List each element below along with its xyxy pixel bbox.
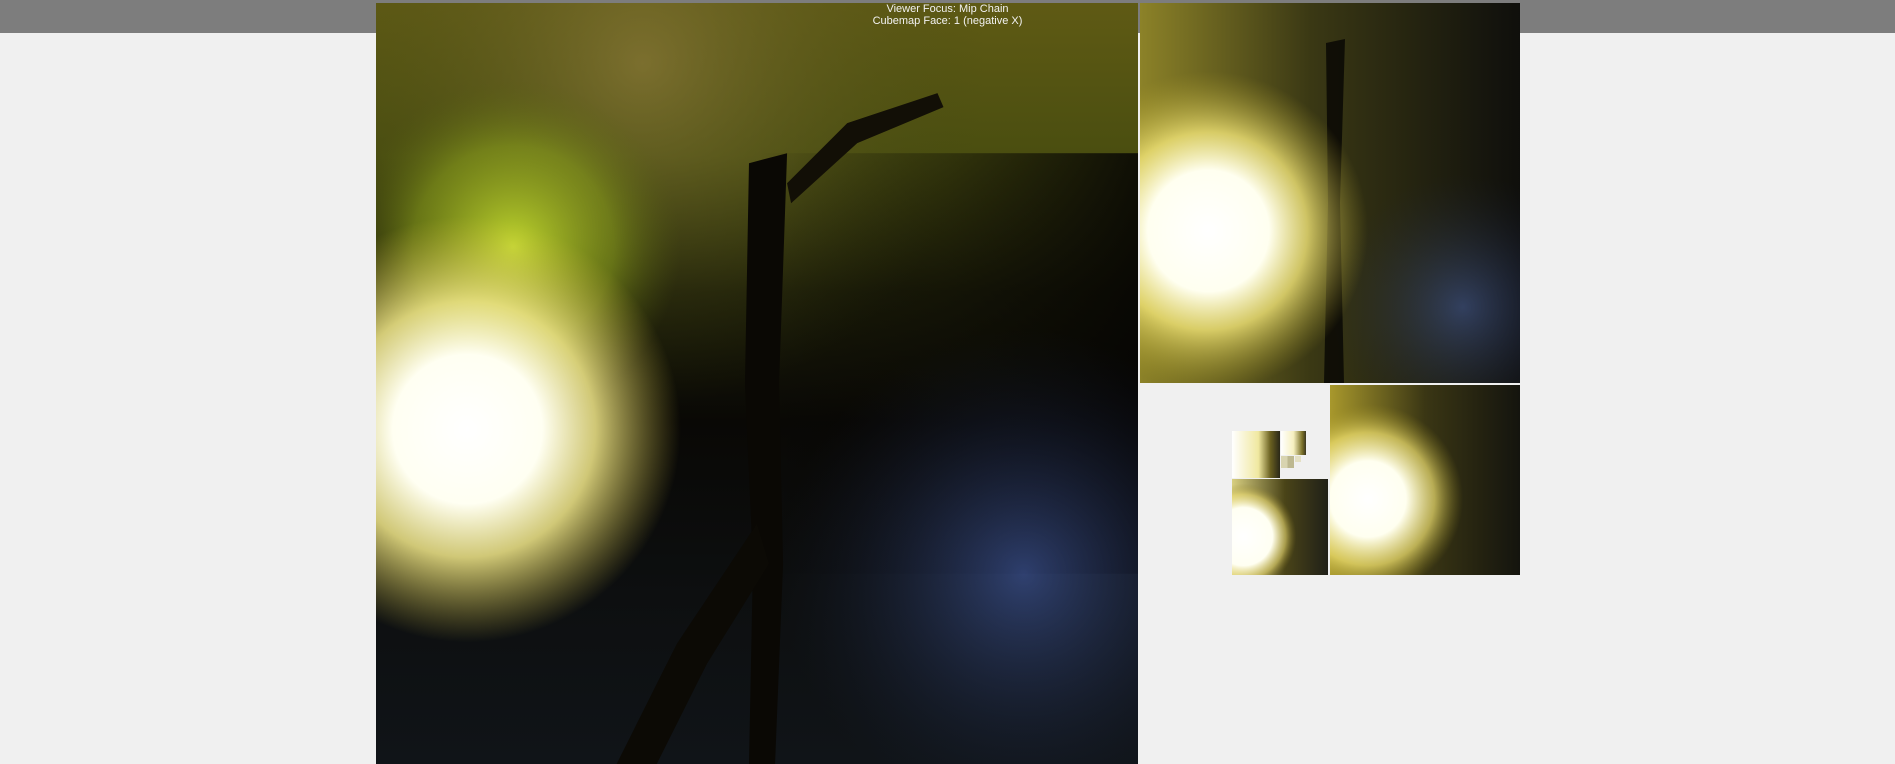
mip-level-4-image (1232, 431, 1280, 478)
mip-level-6-image (1281, 456, 1294, 468)
viewer-focus-label: Viewer Focus: Mip Chain (886, 3, 1009, 15)
mip-level-3-image (1232, 479, 1328, 575)
mip-level-5-image (1281, 431, 1306, 455)
mip-level-7-image (1295, 456, 1301, 462)
cubemap-face-label: Cubemap Face: 1 (negative X) (872, 15, 1023, 27)
viewer-info-overlay: Viewer Focus: Mip Chain Cubemap Face: 1 … (0, 3, 1895, 27)
mip-level-2-image (1330, 385, 1520, 575)
mip-level-1-image (1140, 3, 1520, 383)
mip-level-0-image (376, 3, 1138, 764)
